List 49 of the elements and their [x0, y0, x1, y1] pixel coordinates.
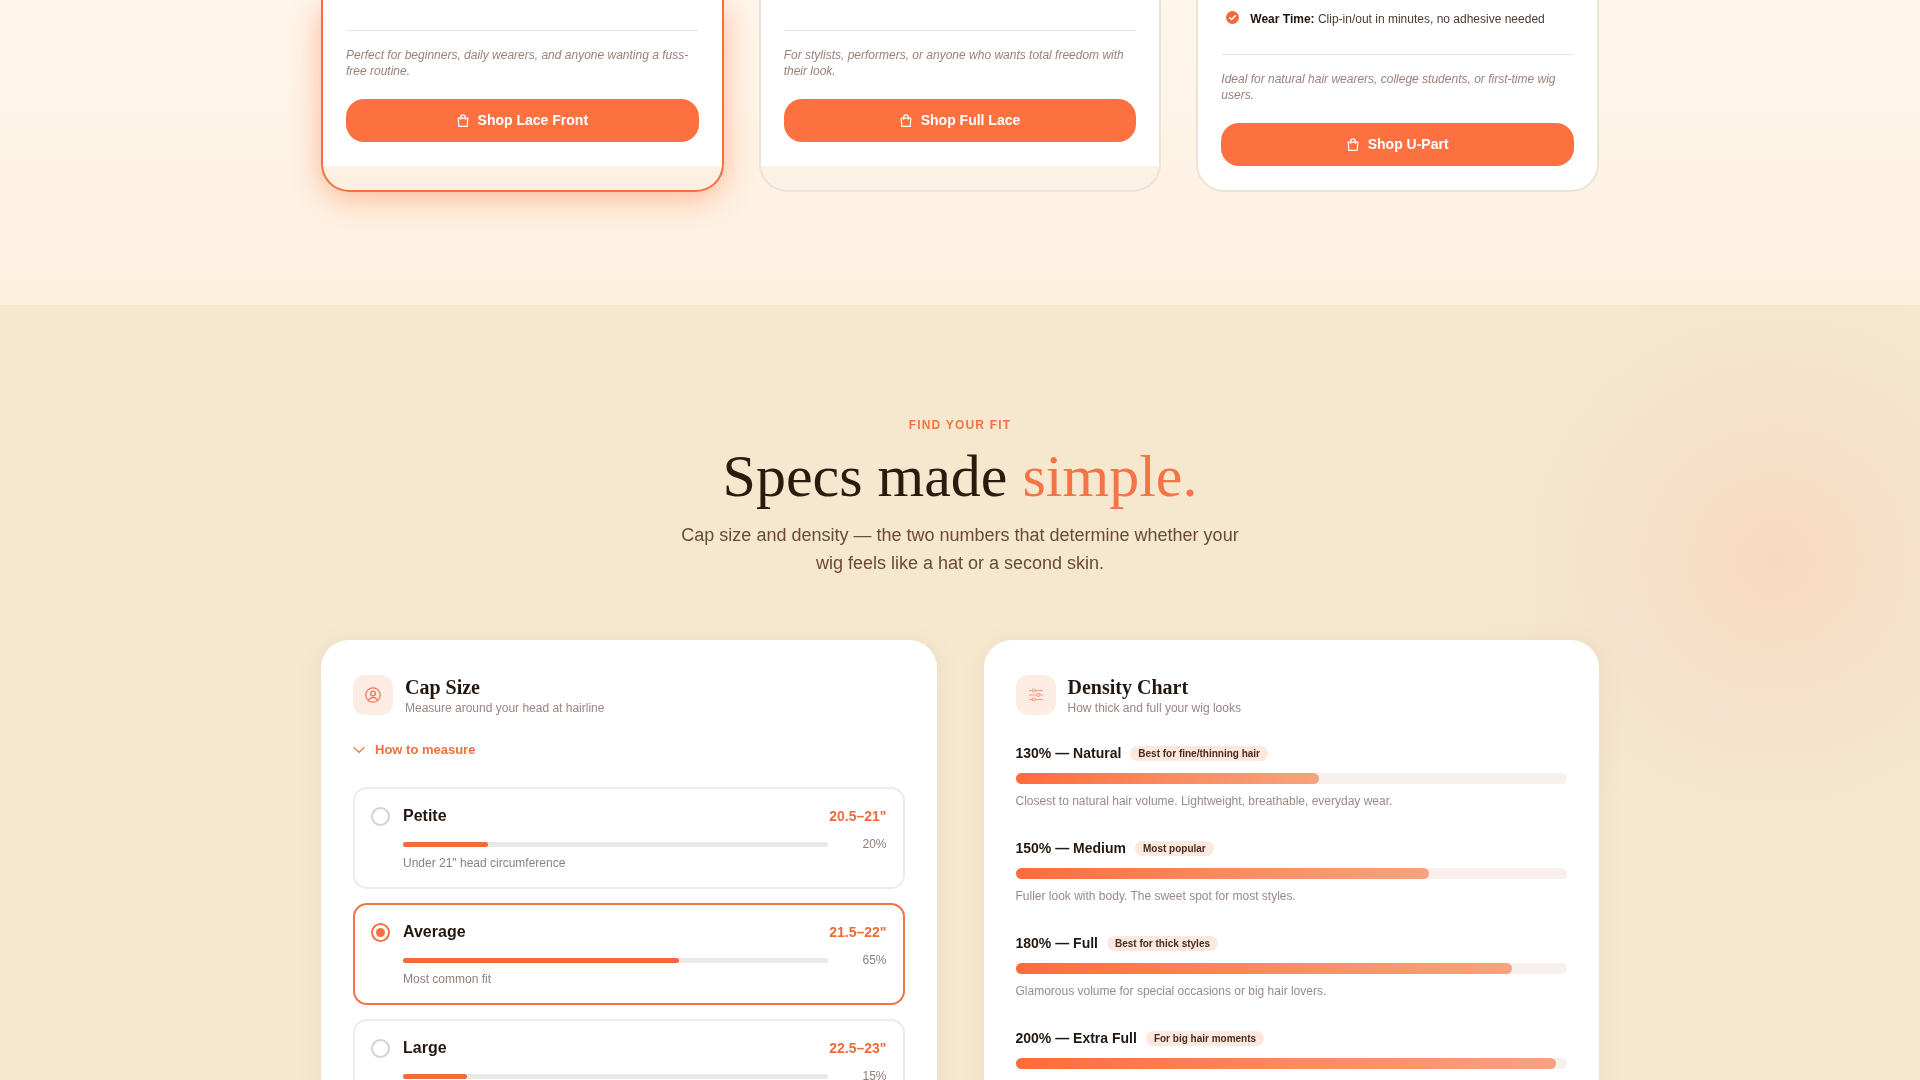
size-share: 65% — [861, 952, 887, 968]
bag-icon — [1346, 138, 1359, 151]
user-icon — [353, 675, 393, 715]
card-subtitle: Measure around your head at hairline — [405, 700, 605, 716]
size-share: 20% — [861, 836, 887, 852]
radio-button[interactable] — [371, 923, 390, 942]
section-title: Specs made simple. — [722, 443, 1198, 509]
size-range: 21.5–22" — [829, 922, 887, 942]
density-tag: Most popular — [1135, 840, 1214, 856]
density-label: 150% — Medium — [1015, 838, 1126, 858]
density-tag: For big hair moments — [1145, 1030, 1265, 1046]
section-intro: Cap size and density — the two numbers that determine whether your wig feels like a hat or a second skin. — [680, 524, 1240, 575]
density-note: Fuller look with body. The sweet spot for most styles. — [1015, 888, 1297, 904]
radio-button[interactable] — [371, 1039, 390, 1058]
shop-button[interactable]: Shop Full Lace — [783, 99, 1137, 142]
card-title: Cap Size — [405, 675, 481, 699]
density-note: Closest to natural hair volume. Lightweight, breathable, everyday wear. — [1015, 793, 1394, 809]
size-range: 20.5–21" — [829, 806, 887, 826]
card-description: Ideal for natural hair wearers, college students, or first-time wig users. — [1221, 71, 1557, 103]
size-name: Large — [403, 1038, 447, 1058]
shop-button[interactable]: Shop U-Part — [1221, 123, 1574, 166]
card-subtitle: How thick and full your wig looks — [1067, 700, 1241, 716]
size-note: Under 21" head circumference — [403, 855, 567, 871]
card-description: Perfect for beginners, daily wearers, and anyone wanting a fuss-free routine. — [346, 47, 690, 79]
sliders-icon — [1015, 675, 1056, 715]
size-option[interactable]: Average 21.5–22" 65% Most common fit — [353, 903, 905, 1005]
density-tag: Best for fine/thinning hair — [1130, 745, 1268, 761]
size-name: Average — [403, 922, 466, 942]
size-name: Petite — [403, 806, 447, 826]
bag-icon — [456, 114, 469, 127]
density-tag: Best for thick styles — [1106, 935, 1218, 951]
check-icon — [1226, 11, 1240, 24]
how-to-measure-toggle[interactable]: How to measure — [353, 740, 476, 760]
size-note: Most common fit — [403, 971, 493, 987]
radio-button[interactable] — [371, 807, 390, 826]
density-label: 130% — Natural — [1015, 743, 1122, 763]
feature-text: Wear Time: Clip-in/out in minutes, no adhesive needed — [1250, 11, 1545, 27]
size-option[interactable]: Petite 20.5–21" 20% Under 21" head circumference — [353, 787, 905, 889]
density-note: Glamorous volume for special occasions or big hair lovers. — [1015, 983, 1328, 999]
card-title: Density Chart — [1067, 675, 1190, 699]
size-option[interactable]: Large 22.5–23" 15% — [353, 1019, 905, 1080]
shop-button[interactable]: Shop Lace Front — [346, 99, 699, 142]
density-label: 180% — Full — [1015, 933, 1098, 953]
card-description: For stylists, performers, or anyone who wants total freedom with their look. — [783, 47, 1125, 79]
density-label: 200% — Extra Full — [1015, 1028, 1137, 1048]
size-share: 15% — [861, 1068, 887, 1080]
section-eyebrow: FIND YOUR FIT — [908, 417, 1012, 433]
size-range: 22.5–23" — [829, 1038, 887, 1058]
bag-icon — [899, 114, 912, 127]
